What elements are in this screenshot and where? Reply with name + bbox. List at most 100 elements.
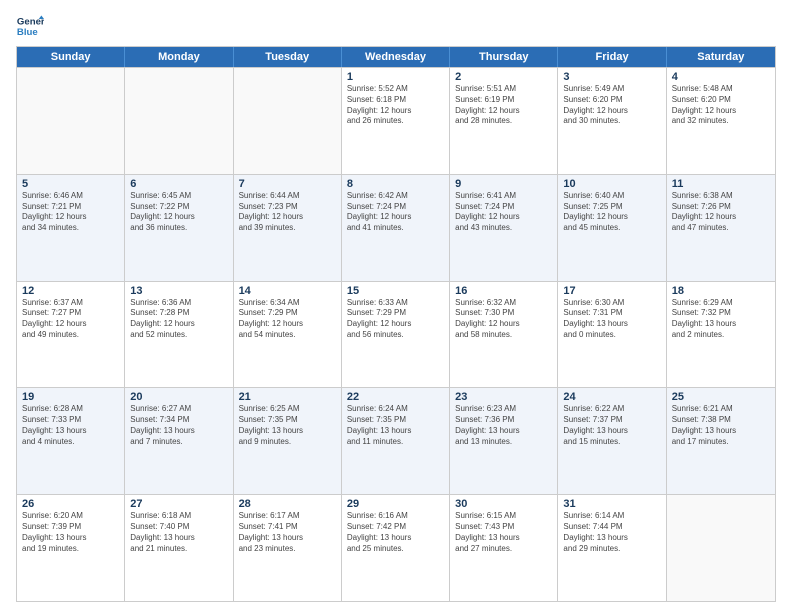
day-info: Sunrise: 6:28 AM Sunset: 7:33 PM Dayligh… [22, 404, 119, 447]
day-info: Sunrise: 6:32 AM Sunset: 7:30 PM Dayligh… [455, 298, 552, 341]
header-day-monday: Monday [125, 47, 233, 67]
day-number: 27 [130, 498, 227, 510]
day-info: Sunrise: 6:40 AM Sunset: 7:25 PM Dayligh… [563, 191, 660, 234]
header-day-wednesday: Wednesday [342, 47, 450, 67]
day-number: 22 [347, 391, 444, 403]
day-info: Sunrise: 6:25 AM Sunset: 7:35 PM Dayligh… [239, 404, 336, 447]
day-number: 21 [239, 391, 336, 403]
day-number: 17 [563, 285, 660, 297]
calendar: SundayMondayTuesdayWednesdayThursdayFrid… [16, 46, 776, 602]
calendar-cell: 11Sunrise: 6:38 AM Sunset: 7:26 PM Dayli… [667, 175, 775, 281]
calendar-cell [17, 68, 125, 174]
calendar-cell: 16Sunrise: 6:32 AM Sunset: 7:30 PM Dayli… [450, 282, 558, 388]
calendar-cell: 28Sunrise: 6:17 AM Sunset: 7:41 PM Dayli… [234, 495, 342, 601]
day-number: 24 [563, 391, 660, 403]
calendar-cell: 18Sunrise: 6:29 AM Sunset: 7:32 PM Dayli… [667, 282, 775, 388]
day-number: 18 [672, 285, 770, 297]
day-number: 19 [22, 391, 119, 403]
day-info: Sunrise: 6:17 AM Sunset: 7:41 PM Dayligh… [239, 511, 336, 554]
day-number: 26 [22, 498, 119, 510]
day-info: Sunrise: 6:23 AM Sunset: 7:36 PM Dayligh… [455, 404, 552, 447]
day-info: Sunrise: 6:37 AM Sunset: 7:27 PM Dayligh… [22, 298, 119, 341]
day-info: Sunrise: 6:30 AM Sunset: 7:31 PM Dayligh… [563, 298, 660, 341]
logo-icon: General Blue [16, 12, 44, 40]
day-info: Sunrise: 6:15 AM Sunset: 7:43 PM Dayligh… [455, 511, 552, 554]
page: General Blue SundayMondayTuesdayWednesda… [0, 0, 792, 612]
day-number: 14 [239, 285, 336, 297]
day-info: Sunrise: 6:45 AM Sunset: 7:22 PM Dayligh… [130, 191, 227, 234]
header-day-friday: Friday [558, 47, 666, 67]
calendar-cell: 12Sunrise: 6:37 AM Sunset: 7:27 PM Dayli… [17, 282, 125, 388]
calendar-cell: 23Sunrise: 6:23 AM Sunset: 7:36 PM Dayli… [450, 388, 558, 494]
calendar-cell: 13Sunrise: 6:36 AM Sunset: 7:28 PM Dayli… [125, 282, 233, 388]
day-number: 30 [455, 498, 552, 510]
day-number: 8 [347, 178, 444, 190]
day-info: Sunrise: 6:33 AM Sunset: 7:29 PM Dayligh… [347, 298, 444, 341]
day-number: 10 [563, 178, 660, 190]
day-number: 1 [347, 71, 444, 83]
logo: General Blue [16, 12, 44, 40]
header-day-saturday: Saturday [667, 47, 775, 67]
day-number: 4 [672, 71, 770, 83]
day-info: Sunrise: 6:16 AM Sunset: 7:42 PM Dayligh… [347, 511, 444, 554]
calendar-header-row: SundayMondayTuesdayWednesdayThursdayFrid… [17, 47, 775, 67]
calendar-cell: 2Sunrise: 5:51 AM Sunset: 6:19 PM Daylig… [450, 68, 558, 174]
calendar-row-4: 19Sunrise: 6:28 AM Sunset: 7:33 PM Dayli… [17, 387, 775, 494]
calendar-cell: 20Sunrise: 6:27 AM Sunset: 7:34 PM Dayli… [125, 388, 233, 494]
calendar-row-3: 12Sunrise: 6:37 AM Sunset: 7:27 PM Dayli… [17, 281, 775, 388]
day-info: Sunrise: 6:20 AM Sunset: 7:39 PM Dayligh… [22, 511, 119, 554]
day-info: Sunrise: 6:29 AM Sunset: 7:32 PM Dayligh… [672, 298, 770, 341]
calendar-cell: 27Sunrise: 6:18 AM Sunset: 7:40 PM Dayli… [125, 495, 233, 601]
day-info: Sunrise: 6:22 AM Sunset: 7:37 PM Dayligh… [563, 404, 660, 447]
calendar-cell [234, 68, 342, 174]
header-day-tuesday: Tuesday [234, 47, 342, 67]
day-number: 5 [22, 178, 119, 190]
calendar-cell: 10Sunrise: 6:40 AM Sunset: 7:25 PM Dayli… [558, 175, 666, 281]
day-number: 7 [239, 178, 336, 190]
calendar-cell: 5Sunrise: 6:46 AM Sunset: 7:21 PM Daylig… [17, 175, 125, 281]
calendar-cell: 15Sunrise: 6:33 AM Sunset: 7:29 PM Dayli… [342, 282, 450, 388]
day-info: Sunrise: 6:18 AM Sunset: 7:40 PM Dayligh… [130, 511, 227, 554]
day-info: Sunrise: 5:48 AM Sunset: 6:20 PM Dayligh… [672, 84, 770, 127]
calendar-row-2: 5Sunrise: 6:46 AM Sunset: 7:21 PM Daylig… [17, 174, 775, 281]
calendar-cell: 19Sunrise: 6:28 AM Sunset: 7:33 PM Dayli… [17, 388, 125, 494]
day-info: Sunrise: 6:27 AM Sunset: 7:34 PM Dayligh… [130, 404, 227, 447]
calendar-row-5: 26Sunrise: 6:20 AM Sunset: 7:39 PM Dayli… [17, 494, 775, 601]
calendar-cell: 25Sunrise: 6:21 AM Sunset: 7:38 PM Dayli… [667, 388, 775, 494]
day-number: 3 [563, 71, 660, 83]
day-info: Sunrise: 6:38 AM Sunset: 7:26 PM Dayligh… [672, 191, 770, 234]
day-number: 25 [672, 391, 770, 403]
day-number: 13 [130, 285, 227, 297]
day-info: Sunrise: 6:41 AM Sunset: 7:24 PM Dayligh… [455, 191, 552, 234]
calendar-cell: 30Sunrise: 6:15 AM Sunset: 7:43 PM Dayli… [450, 495, 558, 601]
day-info: Sunrise: 6:14 AM Sunset: 7:44 PM Dayligh… [563, 511, 660, 554]
day-info: Sunrise: 6:21 AM Sunset: 7:38 PM Dayligh… [672, 404, 770, 447]
calendar-cell: 6Sunrise: 6:45 AM Sunset: 7:22 PM Daylig… [125, 175, 233, 281]
calendar-cell: 17Sunrise: 6:30 AM Sunset: 7:31 PM Dayli… [558, 282, 666, 388]
calendar-cell: 14Sunrise: 6:34 AM Sunset: 7:29 PM Dayli… [234, 282, 342, 388]
svg-text:Blue: Blue [17, 27, 38, 38]
day-number: 9 [455, 178, 552, 190]
day-info: Sunrise: 6:36 AM Sunset: 7:28 PM Dayligh… [130, 298, 227, 341]
day-number: 11 [672, 178, 770, 190]
calendar-cell: 22Sunrise: 6:24 AM Sunset: 7:35 PM Dayli… [342, 388, 450, 494]
calendar-cell: 8Sunrise: 6:42 AM Sunset: 7:24 PM Daylig… [342, 175, 450, 281]
calendar-cell: 29Sunrise: 6:16 AM Sunset: 7:42 PM Dayli… [342, 495, 450, 601]
calendar-cell: 24Sunrise: 6:22 AM Sunset: 7:37 PM Dayli… [558, 388, 666, 494]
calendar-cell: 3Sunrise: 5:49 AM Sunset: 6:20 PM Daylig… [558, 68, 666, 174]
day-number: 29 [347, 498, 444, 510]
day-number: 12 [22, 285, 119, 297]
day-number: 23 [455, 391, 552, 403]
day-info: Sunrise: 6:46 AM Sunset: 7:21 PM Dayligh… [22, 191, 119, 234]
day-info: Sunrise: 6:34 AM Sunset: 7:29 PM Dayligh… [239, 298, 336, 341]
day-number: 6 [130, 178, 227, 190]
calendar-cell: 1Sunrise: 5:52 AM Sunset: 6:18 PM Daylig… [342, 68, 450, 174]
day-number: 16 [455, 285, 552, 297]
calendar-cell: 21Sunrise: 6:25 AM Sunset: 7:35 PM Dayli… [234, 388, 342, 494]
day-number: 28 [239, 498, 336, 510]
calendar-cell: 4Sunrise: 5:48 AM Sunset: 6:20 PM Daylig… [667, 68, 775, 174]
day-info: Sunrise: 5:49 AM Sunset: 6:20 PM Dayligh… [563, 84, 660, 127]
day-number: 20 [130, 391, 227, 403]
header-day-thursday: Thursday [450, 47, 558, 67]
day-info: Sunrise: 6:44 AM Sunset: 7:23 PM Dayligh… [239, 191, 336, 234]
